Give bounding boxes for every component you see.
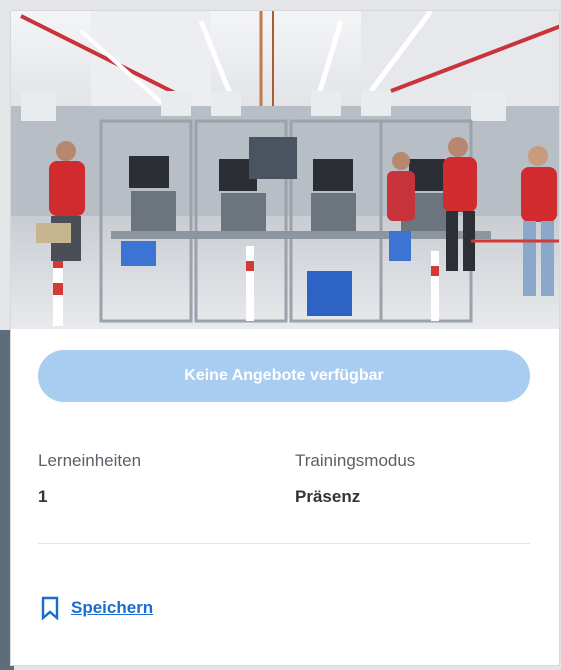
course-card: Keine Angebote verfügbar Lerneinheiten 1… (10, 10, 560, 666)
learning-units-value: 1 (38, 487, 48, 506)
save-link[interactable]: Speichern (41, 596, 153, 620)
training-mode-value: Präsenz (295, 487, 361, 506)
divider (38, 543, 530, 544)
no-offers-button[interactable]: Keine Angebote verfügbar (38, 350, 530, 402)
course-image (11, 11, 559, 329)
bookmark-icon (41, 596, 59, 620)
learning-units-label: Lerneinheiten (38, 451, 142, 470)
training-mode-label: Trainingsmodus (295, 451, 416, 470)
save-label: Speichern (71, 598, 154, 617)
